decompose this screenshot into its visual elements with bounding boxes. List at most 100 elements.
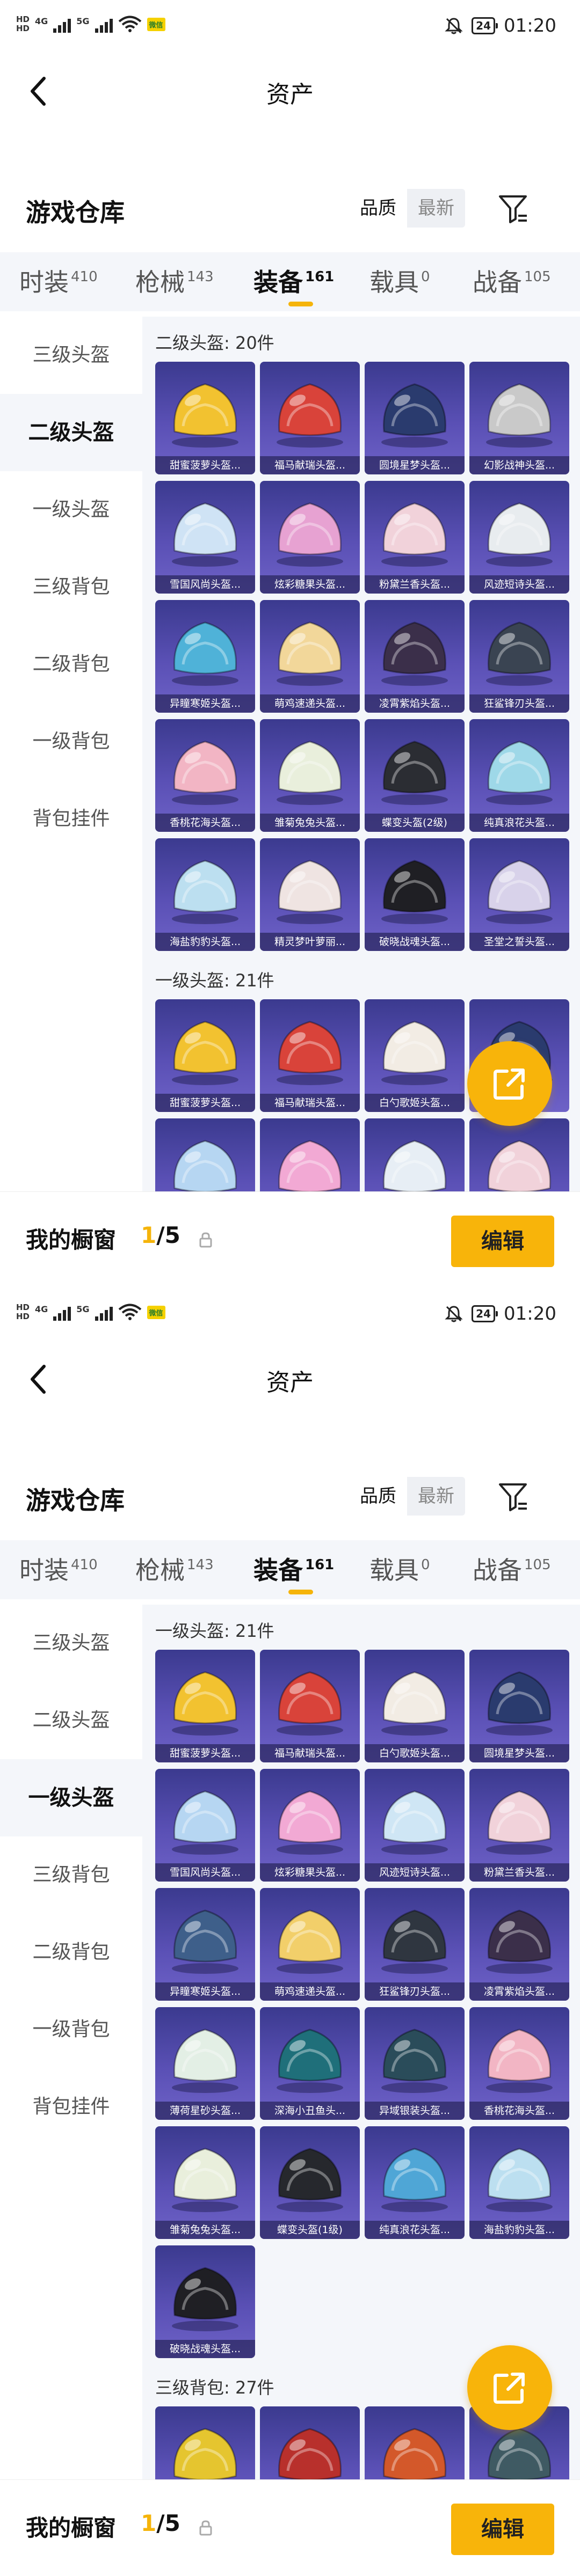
warehouse-title: 游戏仓库 [26, 198, 125, 227]
item-card[interactable]: 福马献瑞头盔... [260, 362, 360, 474]
sort-quality-option[interactable]: 品质 [349, 1477, 407, 1516]
tab-1[interactable]: 枪械 143 [135, 1551, 214, 1586]
sort-toggle: 品质 最新 [349, 189, 465, 228]
item-card[interactable]: 海盐豹豹头盔... [469, 2126, 569, 2239]
item-card[interactable]: 圆境星梦头盔... [469, 1650, 569, 1762]
side-nav-item[interactable]: 三级头盔 [0, 317, 142, 394]
item-card[interactable]: 圆境星梦头盔... [365, 362, 465, 474]
edit-button[interactable]: 编辑 [451, 2504, 554, 2555]
item-card[interactable]: 异瞳寒姬头盔... [155, 1888, 255, 2001]
item-card[interactable] [365, 2406, 465, 2485]
item-card[interactable]: 幻影战神头盔... [469, 362, 569, 474]
item-card[interactable]: 雪国风尚头盔... [155, 481, 255, 594]
edit-button[interactable]: 编辑 [451, 1216, 554, 1267]
item-card[interactable] [260, 1118, 360, 1197]
item-name: 香桃花海头盔... [155, 814, 255, 832]
item-card[interactable] [155, 1118, 255, 1197]
side-nav-item[interactable]: 背包挂件 [0, 780, 142, 858]
item-card[interactable]: 萌鸡速递头盔... [260, 600, 360, 713]
item-card[interactable]: 凌霄紫焰头盔... [469, 1888, 569, 2001]
item-card[interactable]: 精灵梦叶萝丽... [260, 838, 360, 951]
screen-second: HD HD 4G 5G 微信 24 01:20 资产 游戏仓库 品质 最新 时装… [0, 1288, 580, 2576]
lock-icon[interactable] [199, 2520, 213, 2536]
sort-latest-option[interactable]: 最新 [407, 189, 465, 228]
item-card[interactable]: 福马献瑞头盔... [260, 999, 360, 1112]
sort-quality-option[interactable]: 品质 [349, 189, 407, 228]
item-card[interactable] [365, 1118, 465, 1197]
item-card[interactable]: 深海小丑鱼头... [260, 2007, 360, 2120]
tab-3[interactable]: 载具 0 [369, 263, 430, 298]
item-card[interactable]: 雏菊兔兔头盔... [260, 719, 360, 832]
side-nav-item[interactable]: 一级头盔 [0, 471, 142, 548]
item-card[interactable]: 狂鲨锋刃头盔... [469, 600, 569, 713]
tab-4[interactable]: 战备 105 [473, 1551, 551, 1586]
item-card[interactable]: 萌鸡速递头盔... [260, 1888, 360, 2001]
item-card[interactable] [260, 2406, 360, 2485]
item-card[interactable]: 甜蜜菠萝头盔... [155, 1650, 255, 1762]
side-nav-item[interactable]: 二级背包 [0, 1914, 142, 1991]
tab-2[interactable]: 装备 161 [253, 263, 334, 298]
side-nav-item[interactable]: 三级背包 [0, 548, 142, 626]
item-card[interactable]: 风迹短诗头盔... [469, 481, 569, 594]
item-card[interactable]: 风迹短诗头盔... [365, 1769, 465, 1882]
item-card[interactable]: 白勺歌姬头盔... [365, 1650, 465, 1762]
item-card[interactable]: 炫彩糖果头盔... [260, 481, 360, 594]
item-card[interactable]: 蝶变头盔(2级) [365, 719, 465, 832]
tab-count-badge: 161 [305, 269, 335, 285]
item-card[interactable]: 圣堂之誓头盔... [469, 838, 569, 951]
wardrobe-total: /5 [156, 1222, 180, 1248]
item-card[interactable]: 雏菊兔兔头盔... [155, 2126, 255, 2239]
item-card[interactable]: 甜蜜菠萝头盔... [155, 999, 255, 1112]
sort-latest-option[interactable]: 最新 [407, 1477, 465, 1516]
item-card[interactable]: 破晓战魂头盔... [155, 2245, 255, 2358]
side-nav-item[interactable]: 三级头盔 [0, 1605, 142, 1682]
item-card[interactable]: 海盐豹豹头盔... [155, 838, 255, 951]
share-button[interactable] [467, 1041, 552, 1126]
side-nav-item[interactable]: 一级头盔 [0, 1759, 142, 1836]
side-nav-item[interactable]: 二级头盔 [0, 394, 142, 471]
tab-1[interactable]: 枪械 143 [135, 263, 214, 298]
tab-4[interactable]: 战备 105 [473, 263, 551, 298]
item-card[interactable]: 粉黛兰香头盔... [365, 481, 465, 594]
item-card[interactable]: 破晓战魂头盔... [365, 838, 465, 951]
item-card[interactable]: 纯真浪花头盔... [365, 2126, 465, 2239]
side-nav-item[interactable]: 三级背包 [0, 1836, 142, 1914]
tab-3[interactable]: 载具 0 [369, 1551, 430, 1586]
filter-button[interactable] [494, 1477, 532, 1516]
tab-0[interactable]: 时装 410 [19, 263, 98, 298]
item-card[interactable]: 香桃花海头盔... [469, 2007, 569, 2120]
item-card[interactable]: 薄荷星砂头盔... [155, 2007, 255, 2120]
item-card[interactable]: 福马献瑞头盔... [260, 1650, 360, 1762]
side-nav-item[interactable]: 二级背包 [0, 626, 142, 703]
item-card[interactable]: 香桃花海头盔... [155, 719, 255, 832]
item-card[interactable] [155, 2406, 255, 2485]
item-card[interactable]: 异瞳寒姬头盔... [155, 600, 255, 713]
item-card[interactable]: 凌霄紫焰头盔... [365, 600, 465, 713]
lock-icon[interactable] [199, 1232, 213, 1248]
tab-2[interactable]: 装备 161 [253, 1551, 334, 1586]
item-card[interactable]: 炫彩糖果头盔... [260, 1769, 360, 1882]
item-card[interactable]: 蝶变头盔(1级) [260, 2126, 360, 2239]
side-nav-item[interactable]: 一级背包 [0, 1991, 142, 2068]
filter-button[interactable] [494, 189, 532, 228]
side-nav-item[interactable]: 二级头盔 [0, 1682, 142, 1759]
item-card[interactable] [469, 1118, 569, 1197]
tab-0[interactable]: 时装 410 [19, 1551, 98, 1586]
side-nav-item[interactable]: 一级背包 [0, 703, 142, 780]
item-card[interactable]: 狂鲨锋刃头盔... [365, 1888, 465, 2001]
item-name: 炫彩糖果头盔... [260, 575, 360, 594]
item-card[interactable]: 雪国风尚头盔... [155, 1769, 255, 1882]
item-name: 萌鸡速递头盔... [260, 1982, 360, 2001]
item-card[interactable]: 纯真浪花头盔... [469, 719, 569, 832]
side-nav-item[interactable]: 背包挂件 [0, 2068, 142, 2146]
notification-badge: 微信 [147, 1305, 165, 1319]
item-name: 圆境星梦头盔... [365, 456, 465, 474]
share-button[interactable] [467, 2345, 552, 2430]
item-name: 薄荷星砂头盔... [155, 2102, 255, 2120]
item-card[interactable]: 粉黛兰香头盔... [469, 1769, 569, 1882]
item-card[interactable]: 甜蜜菠萝头盔... [155, 362, 255, 474]
nav-bar: 资产 [0, 54, 580, 129]
item-name: 风迹短诗头盔... [469, 575, 569, 594]
item-card[interactable]: 白勺歌姬头盔... [365, 999, 465, 1112]
item-card[interactable]: 异域银装头盔... [365, 2007, 465, 2120]
